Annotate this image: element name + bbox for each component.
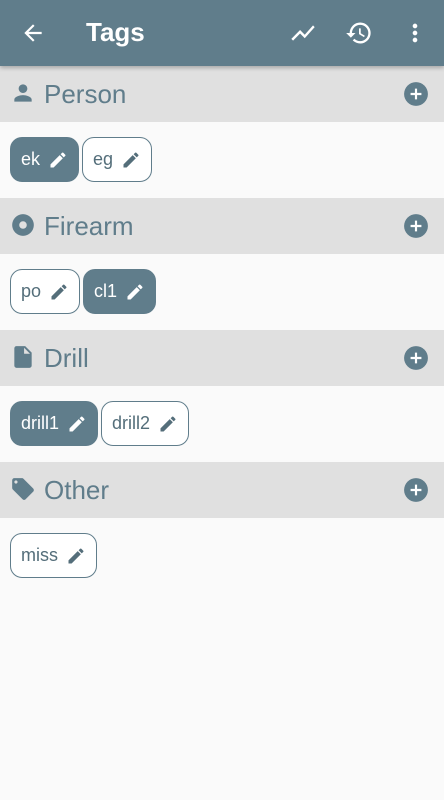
more-vert-icon[interactable] — [401, 19, 429, 47]
section-title: Drill — [44, 343, 89, 373]
history-icon[interactable] — [345, 19, 373, 47]
app-bar: Tags — [0, 0, 444, 66]
target-icon — [10, 212, 36, 238]
tag-label: drill2 — [112, 413, 151, 433]
label-tag-icon — [10, 476, 36, 502]
edit-pencil-icon[interactable] — [125, 282, 145, 302]
section-header-firearm: Firearm — [0, 198, 444, 254]
add-circle-icon[interactable] — [403, 81, 429, 107]
tag-list-firearm: po cl1 — [10, 269, 157, 315]
tag-list-person: ek eg — [10, 137, 153, 183]
add-circle-icon[interactable] — [403, 345, 429, 371]
tag-chip-cl1[interactable]: cl1 — [83, 269, 157, 314]
tag-chip-miss[interactable]: miss — [10, 533, 97, 578]
edit-pencil-icon[interactable] — [48, 150, 68, 170]
tag-chip-eg[interactable]: eg — [82, 137, 153, 182]
section-header-other: Other — [0, 462, 444, 518]
person-icon — [10, 80, 36, 106]
tag-label: cl1 — [94, 281, 118, 301]
section-title: Other — [44, 475, 110, 505]
section-title: Firearm — [44, 211, 134, 241]
tag-label: ek — [21, 149, 41, 169]
tag-label: po — [21, 281, 42, 301]
add-circle-icon[interactable] — [403, 477, 429, 503]
section-header-person: Person — [0, 66, 444, 122]
edit-pencil-icon[interactable] — [158, 414, 178, 434]
tag-label: drill1 — [21, 413, 60, 433]
edit-pencil-icon[interactable] — [67, 414, 87, 434]
edit-pencil-icon[interactable] — [49, 282, 69, 302]
page-title: Tags — [86, 17, 145, 47]
tag-list-drill: drill1 drill2 — [10, 401, 190, 447]
add-circle-icon[interactable] — [403, 213, 429, 239]
edit-pencil-icon[interactable] — [121, 150, 141, 170]
tag-list-other: miss — [10, 533, 97, 579]
section-title: Person — [44, 79, 127, 109]
trending-chart-icon[interactable] — [289, 19, 317, 47]
edit-pencil-icon[interactable] — [66, 546, 86, 566]
tag-label: miss — [21, 545, 58, 565]
tag-label: eg — [93, 149, 114, 169]
tag-chip-drill2[interactable]: drill2 — [101, 401, 190, 446]
section-header-drill: Drill — [0, 330, 444, 386]
tag-chip-drill1[interactable]: drill1 — [10, 401, 99, 446]
back-arrow-icon[interactable] — [20, 20, 46, 46]
tag-chip-po[interactable]: po — [10, 269, 81, 314]
document-icon — [10, 344, 36, 370]
tag-chip-ek[interactable]: ek — [10, 137, 80, 182]
